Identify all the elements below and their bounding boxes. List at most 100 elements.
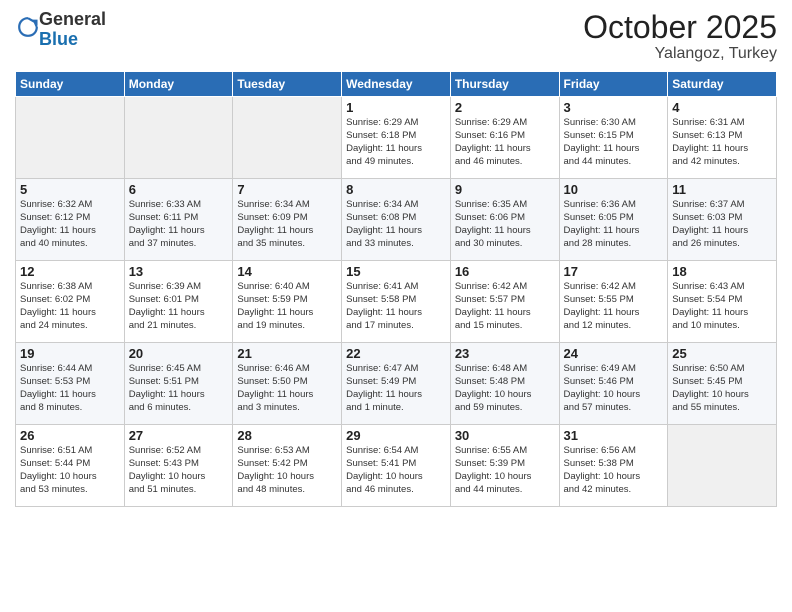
day-number: 8 [346, 182, 446, 197]
day-info: Sunrise: 6:53 AM Sunset: 5:42 PM Dayligh… [237, 445, 337, 496]
day-number: 31 [564, 428, 664, 443]
calendar-day-cell: 2 Sunrise: 6:29 AM Sunset: 6:16 PM Daylig… [450, 97, 559, 179]
day-info: Sunrise: 6:37 AM Sunset: 6:03 PM Dayligh… [672, 199, 772, 250]
day-info: Sunrise: 6:55 AM Sunset: 5:39 PM Dayligh… [455, 445, 555, 496]
calendar-day-cell: 13 Sunrise: 6:39 AM Sunset: 6:01 PM Dayli… [124, 261, 233, 343]
calendar-day-cell: 20Sunrise: 6:45 AM Sunset: 5:51 PM Dayli… [124, 343, 233, 425]
day-info: Sunrise: 6:35 AM Sunset: 6:06 PM Dayligh… [455, 199, 555, 250]
day-info: Sunrise: 6:50 AM Sunset: 5:45 PM Dayligh… [672, 363, 772, 414]
day-info: Sunrise: 6:49 AM Sunset: 5:46 PM Dayligh… [564, 363, 664, 414]
day-number: 26 [20, 428, 120, 443]
calendar-day-cell: 21Sunrise: 6:46 AM Sunset: 5:50 PM Dayli… [233, 343, 342, 425]
logo: General Blue [15, 10, 106, 50]
day-number: 5 [20, 182, 120, 197]
calendar-day-cell: 23 Sunrise: 6:48 AM Sunset: 5:48 PM Dayli… [450, 343, 559, 425]
day-number: 13 [129, 264, 229, 279]
day-info: Sunrise: 6:51 AM Sunset: 5:44 PM Dayligh… [20, 445, 120, 496]
day-number: 7 [237, 182, 337, 197]
month-title: October 2025 [583, 10, 777, 45]
day-number: 14 [237, 264, 337, 279]
calendar-day-cell: 30 Sunrise: 6:55 AM Sunset: 5:39 PM Dayli… [450, 425, 559, 507]
day-number: 4 [672, 100, 772, 115]
calendar-week-row: 19 Sunrise: 6:44 AM Sunset: 5:53 PM Dayli… [16, 343, 777, 425]
day-number: 2 [455, 100, 555, 115]
day-number: 18 [672, 264, 772, 279]
day-info: Sunrise: 6:31 AM Sunset: 6:13 PM Dayligh… [672, 117, 772, 168]
calendar-day-cell: 15Sunrise: 6:41 AM Sunset: 5:58 PM Dayli… [342, 261, 451, 343]
calendar-day-cell: 9 Sunrise: 6:35 AM Sunset: 6:06 PM Daylig… [450, 179, 559, 261]
day-number: 29 [346, 428, 446, 443]
day-info: Sunrise: 6:32 AM Sunset: 6:12 PM Dayligh… [20, 199, 120, 250]
calendar-day-cell: 5 Sunrise: 6:32 AM Sunset: 6:12 PM Daylig… [16, 179, 125, 261]
calendar-day-cell [233, 97, 342, 179]
day-number: 11 [672, 182, 772, 197]
calendar-day-cell: 18 Sunrise: 6:43 AM Sunset: 5:54 PM Dayli… [668, 261, 777, 343]
weekday-header-cell: Wednesday [342, 72, 451, 97]
calendar-day-cell: 7 Sunrise: 6:34 AM Sunset: 6:09 PM Daylig… [233, 179, 342, 261]
day-info: Sunrise: 6:54 AM Sunset: 5:41 PM Dayligh… [346, 445, 446, 496]
calendar-day-cell: 11 Sunrise: 6:37 AM Sunset: 6:03 PM Dayli… [668, 179, 777, 261]
day-info: Sunrise: 6:52 AM Sunset: 5:43 PM Dayligh… [129, 445, 229, 496]
day-info: Sunrise: 6:46 AM Sunset: 5:50 PM Dayligh… [237, 363, 337, 414]
day-info: Sunrise: 6:34 AM Sunset: 6:09 PM Dayligh… [237, 199, 337, 250]
day-info: Sunrise: 6:29 AM Sunset: 6:18 PM Dayligh… [346, 117, 446, 168]
logo-icon [17, 16, 39, 38]
day-info: Sunrise: 6:38 AM Sunset: 6:02 PM Dayligh… [20, 281, 120, 332]
day-info: Sunrise: 6:40 AM Sunset: 5:59 PM Dayligh… [237, 281, 337, 332]
day-number: 12 [20, 264, 120, 279]
calendar-day-cell: 16 Sunrise: 6:42 AM Sunset: 5:57 PM Dayli… [450, 261, 559, 343]
calendar-day-cell [16, 97, 125, 179]
calendar-day-cell: 28 Sunrise: 6:53 AM Sunset: 5:42 PM Dayli… [233, 425, 342, 507]
day-info: Sunrise: 6:39 AM Sunset: 6:01 PM Dayligh… [129, 281, 229, 332]
day-number: 27 [129, 428, 229, 443]
weekday-header-row: SundayMondayTuesdayWednesdayThursdayFrid… [16, 72, 777, 97]
day-info: Sunrise: 6:47 AM Sunset: 5:49 PM Dayligh… [346, 363, 446, 414]
weekday-header-cell: Tuesday [233, 72, 342, 97]
calendar-body: 1Sunrise: 6:29 AM Sunset: 6:18 PM Daylig… [16, 97, 777, 507]
header: General Blue October 2025 Yalangoz, Turk… [15, 10, 777, 63]
day-info: Sunrise: 6:56 AM Sunset: 5:38 PM Dayligh… [564, 445, 664, 496]
day-info: Sunrise: 6:42 AM Sunset: 5:57 PM Dayligh… [455, 281, 555, 332]
day-number: 3 [564, 100, 664, 115]
day-number: 22 [346, 346, 446, 361]
day-number: 10 [564, 182, 664, 197]
day-info: Sunrise: 6:34 AM Sunset: 6:08 PM Dayligh… [346, 199, 446, 250]
calendar-day-cell [668, 425, 777, 507]
calendar-day-cell: 17 Sunrise: 6:42 AM Sunset: 5:55 PM Dayli… [559, 261, 668, 343]
calendar-day-cell: 4 Sunrise: 6:31 AM Sunset: 6:13 PM Daylig… [668, 97, 777, 179]
calendar-day-cell: 14 Sunrise: 6:40 AM Sunset: 5:59 PM Dayli… [233, 261, 342, 343]
day-info: Sunrise: 6:29 AM Sunset: 6:16 PM Dayligh… [455, 117, 555, 168]
day-info: Sunrise: 6:43 AM Sunset: 5:54 PM Dayligh… [672, 281, 772, 332]
calendar-day-cell: 26 Sunrise: 6:51 AM Sunset: 5:44 PM Dayli… [16, 425, 125, 507]
day-info: Sunrise: 6:44 AM Sunset: 5:53 PM Dayligh… [20, 363, 120, 414]
day-number: 25 [672, 346, 772, 361]
logo-blue-text: Blue [39, 29, 78, 49]
day-number: 19 [20, 346, 120, 361]
calendar-week-row: 12 Sunrise: 6:38 AM Sunset: 6:02 PM Dayli… [16, 261, 777, 343]
calendar-day-cell: 19 Sunrise: 6:44 AM Sunset: 5:53 PM Dayli… [16, 343, 125, 425]
calendar-day-cell: 3Sunrise: 6:30 AM Sunset: 6:15 PM Daylig… [559, 97, 668, 179]
calendar-week-row: 1Sunrise: 6:29 AM Sunset: 6:18 PM Daylig… [16, 97, 777, 179]
day-info: Sunrise: 6:36 AM Sunset: 6:05 PM Dayligh… [564, 199, 664, 250]
day-number: 23 [455, 346, 555, 361]
calendar-day-cell: 22 Sunrise: 6:47 AM Sunset: 5:49 PM Dayli… [342, 343, 451, 425]
weekday-header-cell: Saturday [668, 72, 777, 97]
calendar-day-cell: 31 Sunrise: 6:56 AM Sunset: 5:38 PM Dayli… [559, 425, 668, 507]
day-number: 17 [564, 264, 664, 279]
day-number: 30 [455, 428, 555, 443]
calendar-day-cell: 10 Sunrise: 6:36 AM Sunset: 6:05 PM Dayli… [559, 179, 668, 261]
day-number: 28 [237, 428, 337, 443]
day-info: Sunrise: 6:33 AM Sunset: 6:11 PM Dayligh… [129, 199, 229, 250]
weekday-header-cell: Thursday [450, 72, 559, 97]
day-number: 16 [455, 264, 555, 279]
calendar-day-cell [124, 97, 233, 179]
day-number: 9 [455, 182, 555, 197]
day-number: 24 [564, 346, 664, 361]
day-info: Sunrise: 6:48 AM Sunset: 5:48 PM Dayligh… [455, 363, 555, 414]
page: General Blue October 2025 Yalangoz, Turk… [0, 0, 792, 612]
calendar-day-cell: 25 Sunrise: 6:50 AM Sunset: 5:45 PM Dayli… [668, 343, 777, 425]
title-block: October 2025 Yalangoz, Turkey [583, 10, 777, 63]
logo-general-text: General [39, 9, 106, 29]
day-number: 6 [129, 182, 229, 197]
day-info: Sunrise: 6:42 AM Sunset: 5:55 PM Dayligh… [564, 281, 664, 332]
